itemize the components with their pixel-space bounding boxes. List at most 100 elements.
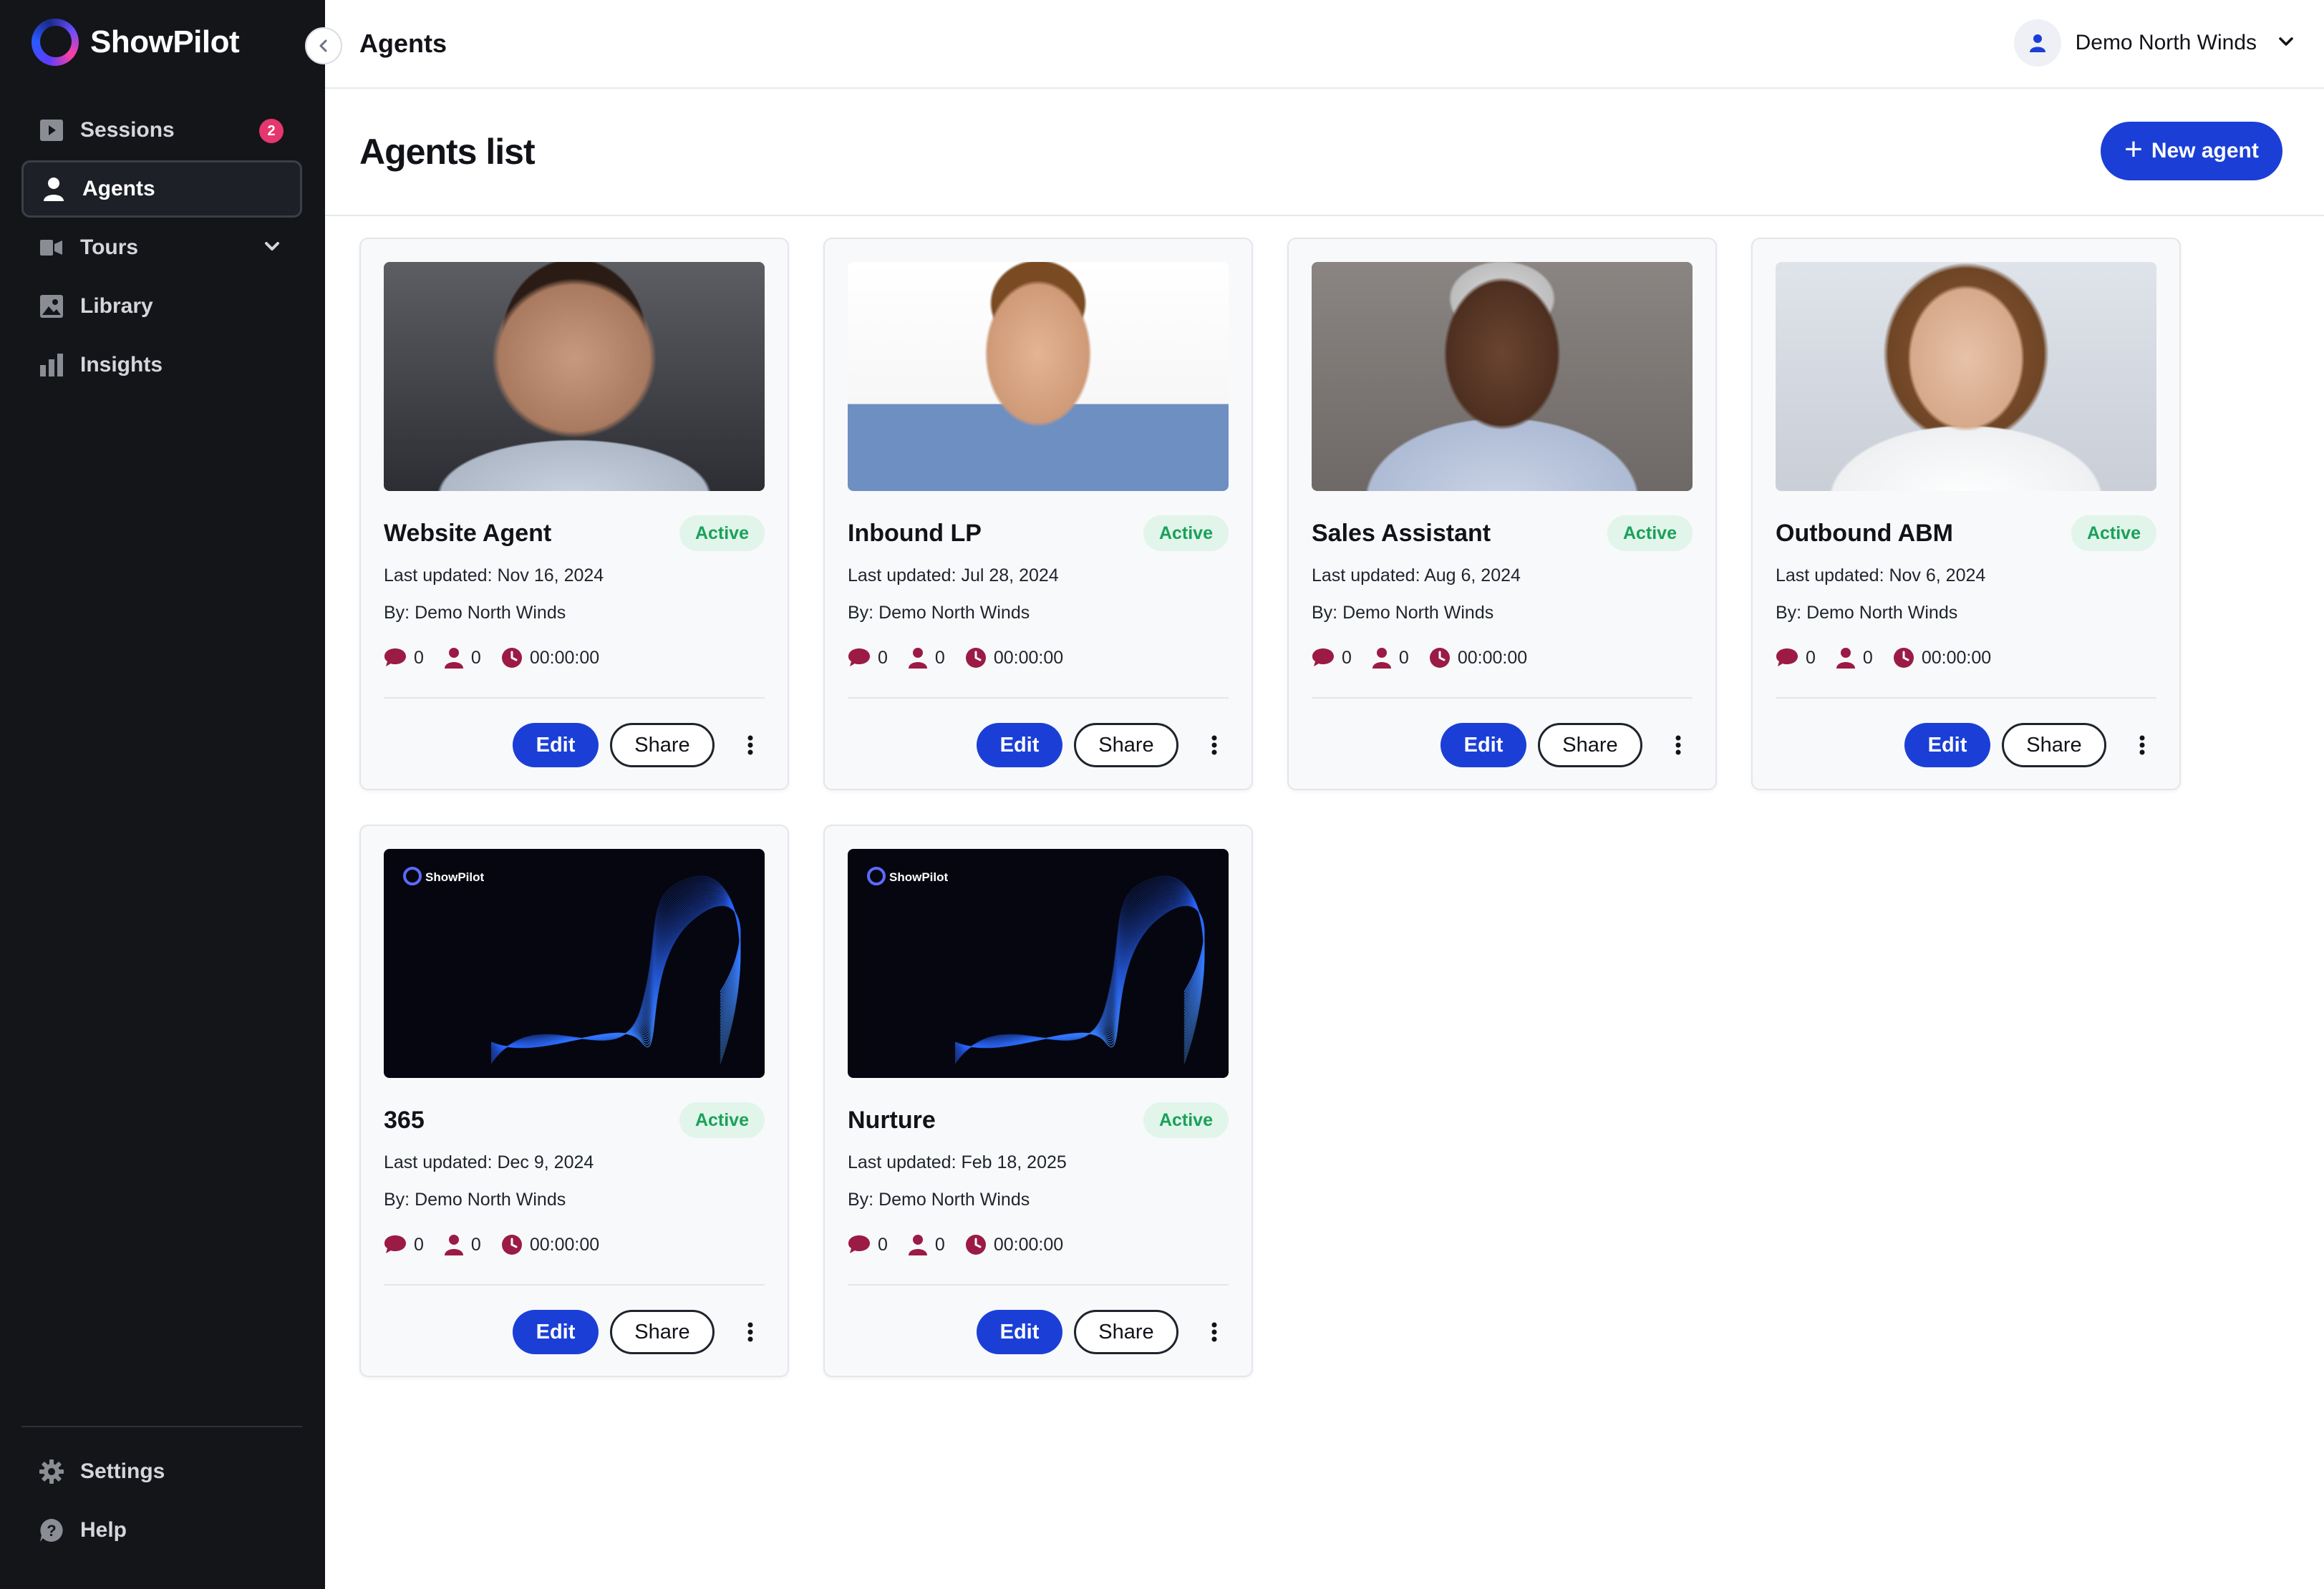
play-icon (39, 117, 64, 143)
agent-card[interactable]: ShowPilot 365 Active Last updated: Dec 9… (359, 825, 789, 1377)
sidebar-item-tours[interactable]: Tours (21, 219, 302, 276)
brand-logo[interactable]: ShowPilot (32, 19, 240, 66)
duration-value: 00:00:00 (1457, 647, 1528, 668)
collapse-sidebar-button[interactable] (305, 27, 342, 64)
card-actions: Edit Share (513, 1310, 765, 1354)
person-icon (41, 176, 67, 202)
person-icon (908, 1235, 927, 1255)
more-options-icon[interactable] (1200, 1310, 1229, 1354)
agent-name[interactable]: Sales Assistant (1312, 520, 1491, 548)
help-icon: ? (39, 1517, 64, 1543)
share-button[interactable]: Share (2002, 723, 2106, 767)
more-options-icon[interactable] (1664, 723, 1693, 767)
chevron-down-icon[interactable] (262, 236, 282, 262)
page-header: Agents list + New agent (325, 89, 2324, 216)
agent-name[interactable]: Website Agent (384, 520, 551, 548)
messages-count: 0 (414, 1234, 424, 1255)
main-nav: Sessions 2 Agents Tours Library Insights (21, 102, 302, 395)
users-stat: 0 (444, 647, 481, 669)
share-button[interactable]: Share (610, 723, 715, 767)
share-button[interactable]: Share (1074, 1310, 1178, 1354)
sidebar: ShowPilot Sessions 2 Agents Tours Librar… (0, 0, 325, 1589)
card-actions: Edit Share (1904, 723, 2156, 767)
agent-card[interactable]: Inbound LP Active Last updated: Jul 28, … (823, 238, 1253, 790)
brand-name: ShowPilot (90, 24, 240, 59)
users-stat: 0 (444, 1234, 481, 1255)
users-count: 0 (470, 1234, 481, 1255)
agent-stats: 0 0 00:00:00 (848, 1234, 1083, 1255)
messages-count: 0 (1342, 647, 1352, 668)
tours-icon (39, 235, 64, 261)
agent-name[interactable]: Inbound LP (848, 520, 982, 548)
sidebar-item-label: Insights (80, 353, 163, 376)
last-updated: Last updated: Jul 28, 2024 (848, 565, 1059, 585)
sessions-count-badge: 2 (259, 119, 284, 143)
edit-button[interactable]: Edit (513, 723, 599, 767)
woman-turtleneck-photo (1312, 262, 1693, 491)
sidebar-item-settings[interactable]: Settings (21, 1443, 302, 1500)
edit-button[interactable]: Edit (1904, 723, 1990, 767)
users-count: 0 (934, 647, 945, 668)
sidebar-item-label: Library (80, 294, 153, 318)
duration-value: 00:00:00 (529, 647, 600, 668)
main-content: Agents Demo North Winds Agents list + Ne… (325, 0, 2324, 1589)
users-count: 0 (934, 1234, 945, 1255)
card-divider (1776, 697, 2156, 699)
more-options-icon[interactable] (736, 1310, 765, 1354)
more-options-icon[interactable] (2128, 723, 2156, 767)
messages-count: 0 (878, 1234, 888, 1255)
sidebar-item-library[interactable]: Library (21, 278, 302, 335)
agent-card[interactable]: ShowPilot Nurture Active Last updated: F… (823, 825, 1253, 1377)
person-icon (444, 648, 463, 669)
duration-stat: 00:00:00 (1429, 647, 1527, 669)
edit-button[interactable]: Edit (1441, 723, 1526, 767)
share-button[interactable]: Share (1074, 723, 1178, 767)
created-by: By: Demo North Winds (384, 1190, 566, 1210)
page-breadcrumb-title: Agents (359, 29, 447, 58)
users-stat: 0 (1372, 647, 1409, 669)
agent-name[interactable]: Outbound ABM (1776, 520, 1953, 548)
agent-card[interactable]: Outbound ABM Active Last updated: Nov 6,… (1751, 238, 2181, 790)
sidebar-item-label: Help (80, 1518, 127, 1542)
created-by: By: Demo North Winds (848, 1190, 1030, 1210)
edit-button[interactable]: Edit (977, 723, 1062, 767)
duration-value: 00:00:00 (529, 1234, 600, 1255)
avatar (2013, 19, 2061, 67)
status-badge: Active (1143, 515, 1229, 551)
messages-stat: 0 (1312, 648, 1352, 669)
more-options-icon[interactable] (736, 723, 765, 767)
card-divider (848, 697, 1229, 699)
chat-bubble-icon (848, 1235, 870, 1253)
agent-card[interactable]: Sales Assistant Active Last updated: Aug… (1287, 238, 1717, 790)
agent-stats: 0 0 00:00:00 (1312, 647, 1547, 669)
new-agent-button[interactable]: + New agent (2101, 122, 2282, 180)
chat-bubble-icon (384, 648, 406, 666)
user-menu[interactable]: Demo North Winds (2013, 19, 2295, 67)
gear-icon (39, 1459, 64, 1484)
edit-button[interactable]: Edit (977, 1310, 1062, 1354)
sidebar-item-insights[interactable]: Insights (21, 336, 302, 394)
card-actions: Edit Share (977, 723, 1229, 767)
chevron-down-icon (2277, 32, 2295, 54)
sidebar-item-help[interactable]: ? Help (21, 1502, 302, 1559)
agent-name[interactable]: Nurture (848, 1107, 936, 1134)
edit-button[interactable]: Edit (513, 1310, 599, 1354)
person-icon (1836, 648, 1855, 669)
chevron-left-icon (319, 39, 327, 52)
duration-stat: 00:00:00 (501, 1234, 599, 1255)
chat-bubble-icon (384, 1235, 406, 1253)
duration-stat: 00:00:00 (501, 647, 599, 669)
more-options-icon[interactable] (1200, 723, 1229, 767)
clock-icon (501, 1235, 522, 1255)
share-button[interactable]: Share (610, 1310, 715, 1354)
status-badge: Active (1143, 1102, 1229, 1138)
sidebar-item-agents[interactable]: Agents (21, 160, 302, 218)
agent-name[interactable]: 365 (384, 1107, 425, 1134)
new-agent-label: New agent (2151, 139, 2259, 162)
share-button[interactable]: Share (1538, 723, 1642, 767)
clock-icon (1893, 648, 1914, 668)
sidebar-item-sessions[interactable]: Sessions 2 (21, 102, 302, 159)
showpilot-wave-thumbnail: ShowPilot (384, 849, 765, 1078)
agent-card[interactable]: Website Agent Active Last updated: Nov 1… (359, 238, 789, 790)
messages-stat: 0 (1776, 648, 1816, 669)
